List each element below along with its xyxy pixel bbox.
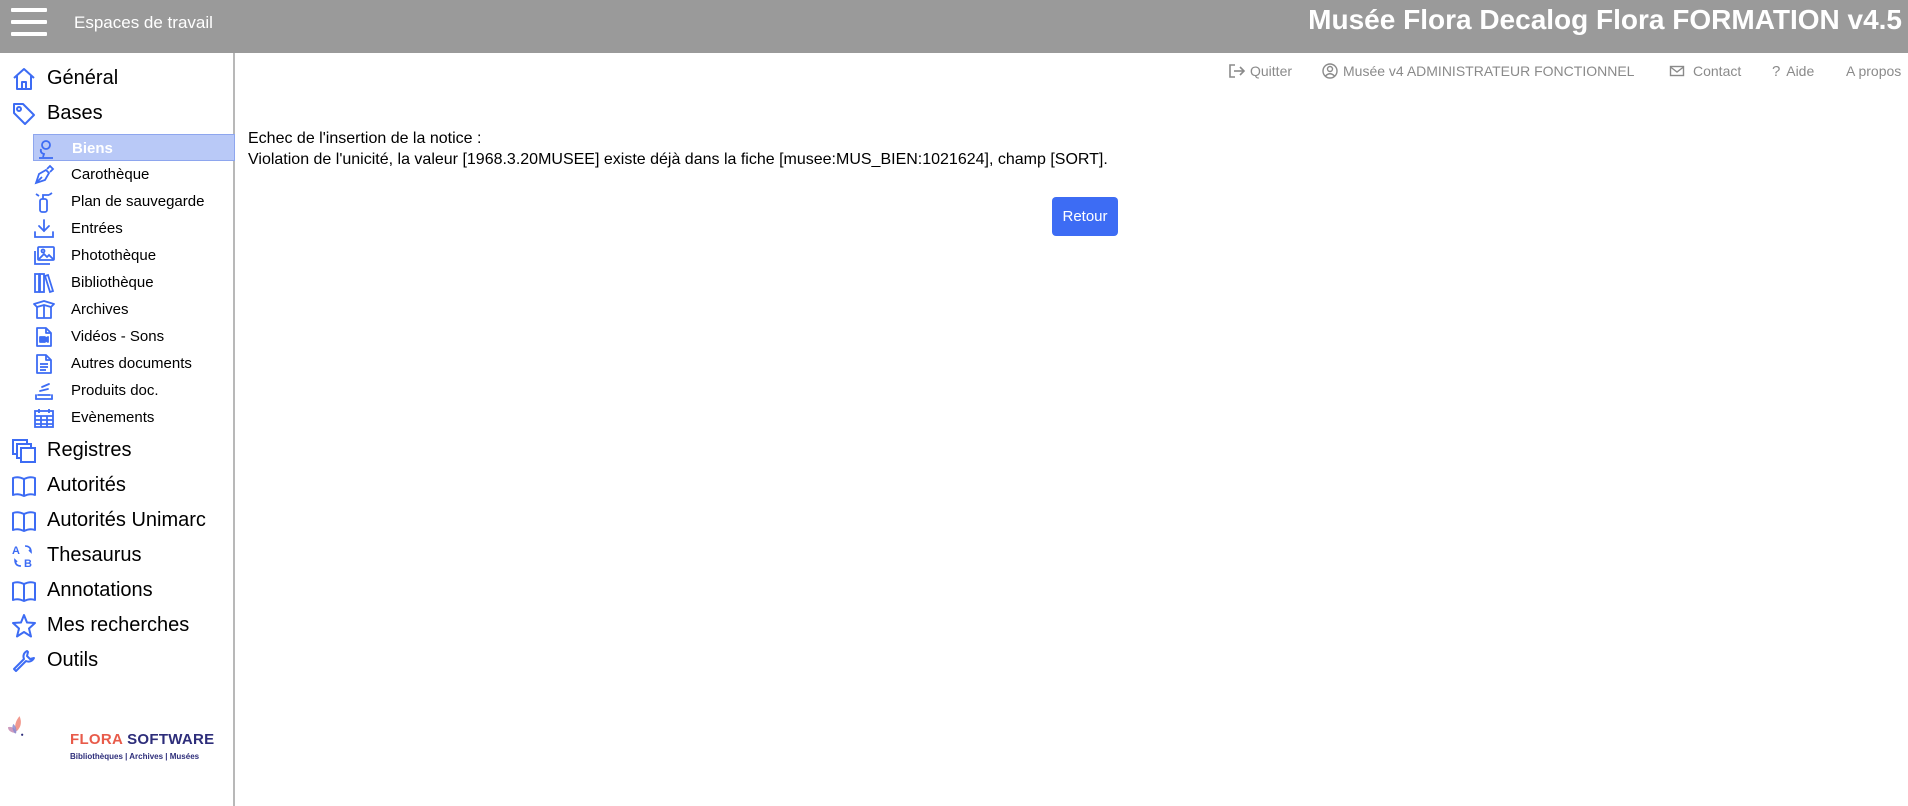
svg-text:A: A — [12, 545, 20, 557]
sidebar-subitem-label: Carothèque — [71, 166, 150, 183]
top-bar: Espaces de travail Musée Flora Decalog F… — [0, 0, 1908, 53]
book-open-icon — [12, 476, 36, 497]
logo-tagline: Bibliothèques | Archives | Musées — [70, 752, 200, 761]
tag-icon — [13, 103, 35, 125]
images-icon — [34, 246, 55, 265]
help-link[interactable]: ? Aide — [1772, 63, 1814, 80]
sidebar-item-outils[interactable]: Outils — [0, 644, 233, 677]
sidebar-subitem-label: Plan de sauvegarde — [71, 193, 205, 210]
book-open-icon — [12, 511, 36, 532]
sidebar-subitem-bibliotheque[interactable]: Bibliothèque — [33, 269, 233, 296]
wrench-icon — [13, 650, 35, 672]
error-title: Echec de l'insertion de la notice : — [248, 130, 482, 147]
pen-nib-icon — [34, 164, 55, 185]
books-icon — [34, 273, 55, 294]
sidebar-item-label: Bases — [47, 102, 103, 124]
sidebar-subitem-label: Produits doc. — [71, 382, 159, 399]
logo-name: FLORA SOFTWARE — [70, 731, 215, 748]
sidebar-subitem-evenements[interactable]: Evènements — [33, 404, 233, 431]
sidebar-subitem-label: Entrées — [71, 220, 123, 237]
sidebar-item-thesaurus[interactable]: A B Thesaurus — [0, 539, 233, 572]
sidebar-item-registres[interactable]: Registres — [0, 434, 233, 467]
sidebar-item-label: Registres — [47, 439, 132, 461]
sidebar-item-autorites[interactable]: Autorités — [0, 469, 233, 502]
sidebar-subitem-biens[interactable]: Biens — [33, 134, 235, 161]
sidebar-item-mes-recherches[interactable]: Mes recherches — [0, 609, 233, 642]
home-icon — [13, 68, 35, 90]
sidebar-item-autorites-unimarc[interactable]: Autorités Unimarc — [0, 504, 233, 537]
sidebar-subitem-produits-doc[interactable]: Produits doc. — [33, 377, 233, 404]
svg-text:B: B — [24, 558, 32, 569]
sidebar: Général Bases Biens Carothèque Plan de s… — [0, 53, 235, 806]
sidebar-subitem-label: Autres documents — [71, 355, 192, 372]
sidebar-item-bases[interactable]: Bases — [0, 97, 233, 130]
sidebar-item-label: Mes recherches — [47, 614, 190, 636]
sidebar-item-label: Autorités Unimarc — [47, 509, 206, 531]
layer-stack-icon — [35, 383, 53, 400]
contact-link[interactable]: Contact — [1669, 63, 1741, 79]
sidebar-item-label: Annotations — [47, 579, 153, 601]
workspaces-link[interactable]: Espaces de travail — [74, 13, 213, 33]
bust-icon — [39, 140, 53, 159]
sidebar-subitem-label: Bibliothèque — [71, 274, 154, 291]
back-button[interactable]: Retour — [1052, 197, 1118, 236]
user-link[interactable]: Musée v4 ADMINISTRATEUR FONCTIONNEL — [1322, 63, 1634, 79]
sidebar-subitem-archives[interactable]: Archives — [33, 296, 233, 323]
sidebar-subitem-videos-sons[interactable]: Vidéos - Sons — [33, 323, 233, 350]
sidebar-subitem-carotheque[interactable]: Carothèque — [33, 161, 233, 188]
sidebar-item-label: Outils — [47, 649, 99, 671]
file-text-icon — [36, 354, 52, 374]
sidebar-subitem-label: Biens — [72, 140, 113, 157]
sidebar-subitem-label: Archives — [71, 301, 129, 318]
download-icon — [34, 219, 54, 238]
fire-extinguisher-icon — [35, 192, 53, 213]
sidebar-subitem-label: Photothèque — [71, 247, 157, 264]
about-link[interactable]: A propos — [1846, 63, 1901, 79]
sidebar-item-general[interactable]: Général — [0, 62, 233, 95]
user-circle-icon — [1322, 63, 1338, 79]
sidebar-subitem-entrees[interactable]: Entrées — [33, 215, 233, 242]
copy-icon — [12, 439, 36, 463]
sidebar-item-annotations[interactable]: Annotations — [0, 574, 233, 607]
sidebar-subitem-label: Vidéos - Sons — [71, 328, 165, 345]
sidebar-subitem-label: Evènements — [71, 409, 155, 426]
envelope-icon — [1669, 65, 1685, 77]
calendar-icon — [34, 409, 54, 428]
error-detail: Violation de l'unicité, la valeur [1968.… — [248, 151, 1108, 168]
star-icon — [12, 614, 36, 638]
flora-software-logo — [8, 716, 24, 736]
question-icon: ? — [1772, 63, 1781, 80]
sidebar-subitem-phototheque[interactable]: Photothèque — [33, 242, 233, 269]
app-title: Musée Flora Decalog Flora FORMATION v4.5 — [1308, 4, 1902, 35]
sort-alpha-icon: A B — [12, 545, 32, 569]
sidebar-subitem-plan-sauvegarde[interactable]: Plan de sauvegarde — [33, 188, 233, 215]
book-open-icon — [12, 581, 36, 602]
sign-out-icon — [1229, 64, 1246, 78]
sidebar-item-label: Autorités — [47, 474, 126, 496]
box-open-icon — [33, 300, 55, 319]
sidebar-item-label: Thesaurus — [47, 544, 142, 566]
file-video-icon — [36, 327, 52, 347]
sidebar-item-label: Général — [47, 67, 119, 89]
sidebar-subitem-autres-documents[interactable]: Autres documents — [33, 350, 233, 377]
menu-icon[interactable] — [11, 8, 47, 40]
quit-link[interactable]: Quitter — [1228, 63, 1292, 79]
